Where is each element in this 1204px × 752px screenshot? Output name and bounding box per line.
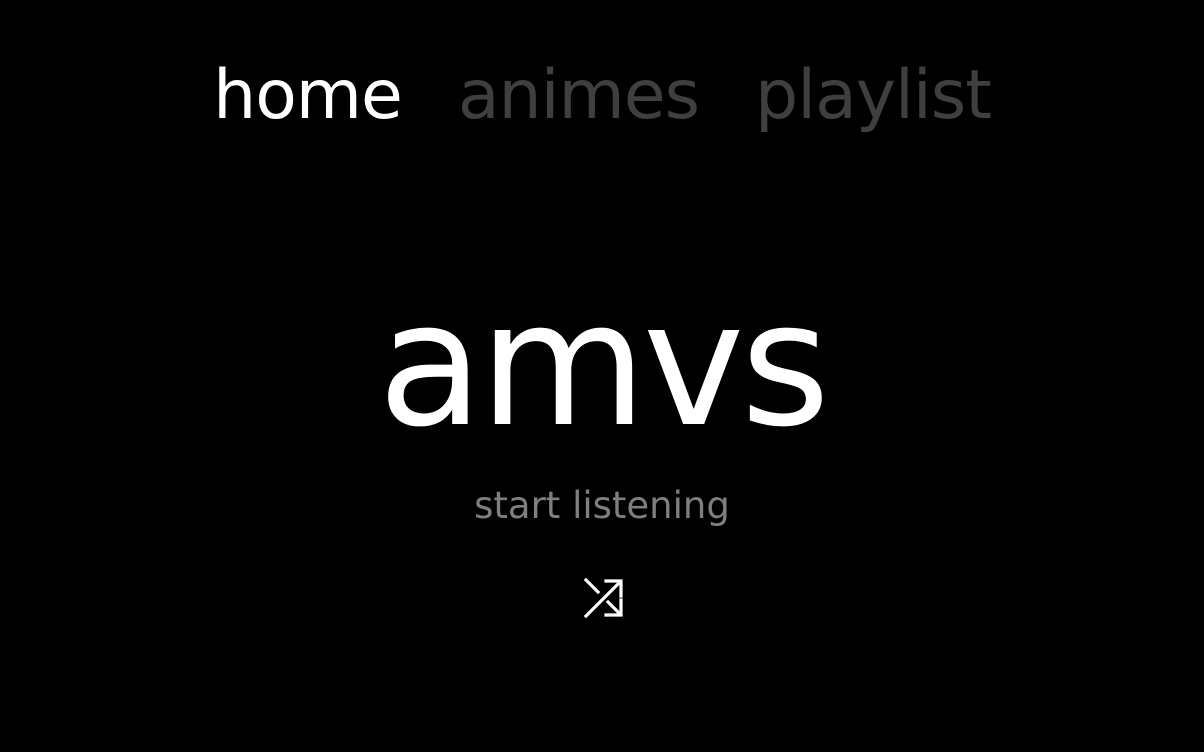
app-root: home animes playlist amvs start listenin… <box>0 0 1204 752</box>
top-navigation: home animes playlist <box>0 52 1204 140</box>
shuffle-icon <box>583 577 623 619</box>
nav-item-home[interactable]: home <box>213 52 403 140</box>
nav-item-animes[interactable]: animes <box>458 52 700 140</box>
shuffle-button[interactable] <box>582 576 626 620</box>
nav-item-playlist[interactable]: playlist <box>755 52 992 140</box>
start-listening-link[interactable]: start listening <box>0 482 1204 530</box>
hero-title: amvs <box>377 264 830 465</box>
